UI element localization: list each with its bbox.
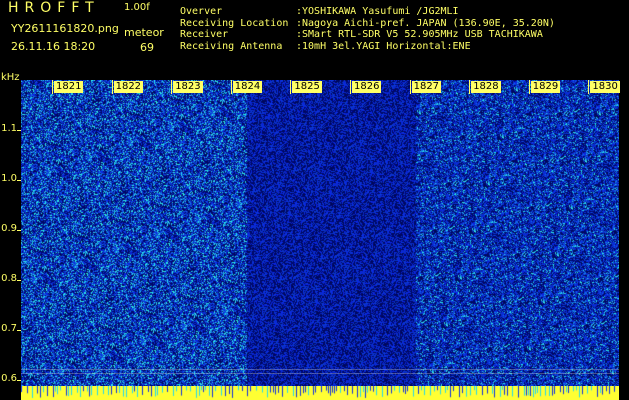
station-row-location: Receiving Location :Nagoya Aichi-pref. J… [180, 18, 555, 30]
station-value: :YOSHIKAWA Yasufumi /JG2MLI [296, 6, 459, 17]
detection-mode: meteor [124, 26, 164, 39]
station-label: Receiving Location [180, 17, 289, 29]
y-tick-mark [17, 180, 21, 181]
x-tick-label: 1825 [292, 81, 322, 93]
y-axis-unit: kHz [1, 72, 20, 83]
app-name: HROFFT [8, 0, 100, 16]
app-version: 1.00f [124, 2, 150, 13]
y-tick-mark [17, 380, 21, 381]
y-tick-label: 0.7 [1, 323, 17, 334]
y-tick-label: 1.0 [1, 173, 17, 184]
y-tick-mark [17, 330, 21, 331]
x-tick-mark [469, 80, 471, 94]
x-tick-label: 1826 [352, 81, 382, 93]
x-tick-label: 1829 [530, 81, 561, 93]
y-tick-label: 1.1 [1, 123, 17, 134]
station-value: :SMart RTL-SDR V5 52.905MHz USB TACHIKAW… [296, 29, 543, 41]
station-label: Receiver [180, 29, 229, 41]
x-tick-label: 1823 [173, 81, 203, 93]
x-tick-label: 1821 [54, 81, 84, 93]
y-tick-mark [17, 280, 21, 281]
y-tick-mark [17, 130, 21, 131]
station-row-observer: Overver :YOSHIKAWA Yasufumi /JG2MLI [180, 6, 555, 18]
ping-strip [21, 386, 619, 400]
y-tick-label: 0.8 [1, 273, 17, 284]
x-tick-mark [290, 80, 292, 94]
station-label: Overver [180, 6, 223, 17]
station-row-antenna: Receiving Antenna :10mH 3el.YAGI Horizon… [180, 41, 555, 53]
x-tick-label: 1824 [232, 81, 263, 93]
y-tick-mark [17, 230, 21, 231]
reference-line [21, 373, 619, 374]
station-value: :10mH 3el.YAGI Horizontal:ENE [296, 41, 471, 53]
x-tick-label: 1827 [411, 81, 442, 93]
x-tick-mark [111, 80, 113, 94]
reference-line [21, 369, 619, 370]
station-value: :Nagoya Aichi-pref. JAPAN (136.90E, 35.2… [296, 17, 555, 29]
file-name: YY2611161820.png [11, 22, 119, 35]
x-tick-mark [588, 80, 590, 94]
x-tick-label: 1828 [471, 81, 501, 93]
x-tick-mark [350, 80, 351, 94]
capture-datetime: 26.11.16 18:20 [11, 40, 96, 53]
right-margin [619, 80, 629, 386]
y-tick-label: 0.9 [1, 223, 17, 234]
spectrogram [21, 80, 619, 386]
x-tick-label: 1822 [113, 81, 144, 93]
station-row-receiver: Receiver :SMart RTL-SDR V5 52.905MHz USB… [180, 29, 555, 41]
x-tick-mark [230, 80, 232, 94]
station-info: Overver :YOSHIKAWA Yasufumi /JG2MLI Rece… [180, 6, 555, 53]
x-tick-mark [52, 80, 53, 94]
y-tick-label: 0.6 [1, 373, 17, 384]
x-tick-mark [528, 80, 530, 94]
x-tick-mark [171, 80, 173, 94]
meteor-count: 69 [140, 41, 154, 54]
x-tick-label: 1830 [590, 81, 620, 93]
station-label: Receiving Antenna [180, 41, 283, 53]
x-tick-mark [409, 80, 411, 94]
